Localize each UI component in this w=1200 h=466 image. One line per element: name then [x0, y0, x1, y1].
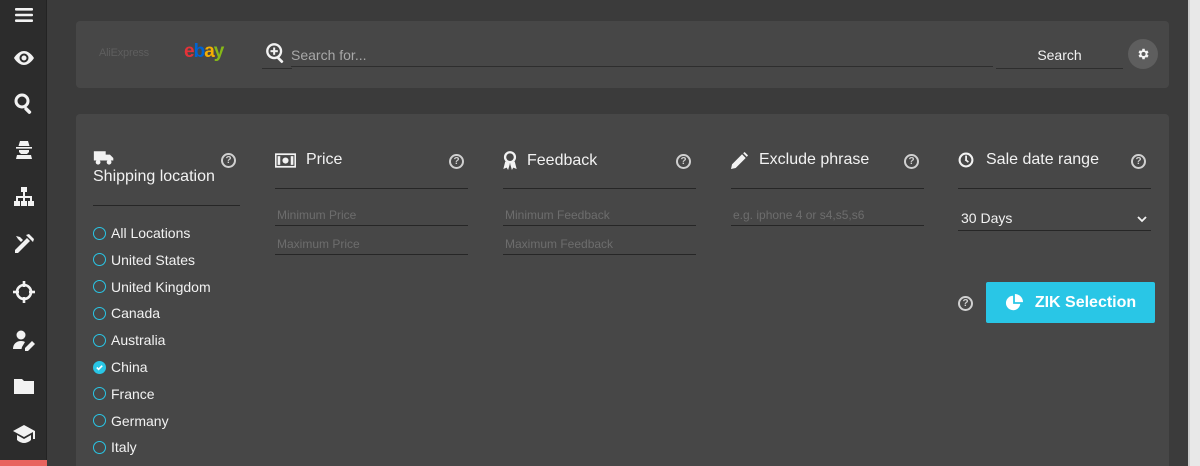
location-option[interactable]: France: [93, 386, 155, 402]
location-option[interactable]: Germany: [93, 413, 169, 429]
sale-date-header: Sale date range: [958, 151, 1099, 169]
exclude-phrase-input[interactable]: [733, 208, 924, 222]
exclude-help-icon[interactable]: ?: [904, 154, 919, 169]
search-plus-icon: [266, 43, 284, 64]
location-label: Italy: [111, 439, 137, 456]
location-option[interactable]: United Kingdom: [93, 279, 211, 295]
pie-chart-icon: [1005, 293, 1023, 310]
location-option[interactable]: United States: [93, 252, 195, 268]
feedback-label: Feedback: [527, 151, 598, 169]
radio-icon[interactable]: [93, 280, 106, 294]
menu-icon[interactable]: [0, 0, 47, 34]
tools-icon[interactable]: [0, 225, 47, 263]
spy-icon[interactable]: [0, 130, 47, 168]
award-ribbon-icon: [503, 151, 517, 170]
search-panel: AliExpress ebay Search: [76, 21, 1169, 88]
filter-panel: Shipping location ? All Locations United …: [76, 114, 1169, 466]
user-edit-icon[interactable]: [0, 321, 47, 359]
min-feedback-input[interactable]: [505, 208, 696, 222]
location-label: All Locations: [111, 225, 191, 241]
location-option[interactable]: Australia: [93, 332, 165, 348]
radio-checked-icon[interactable]: [93, 360, 106, 374]
zik-selection-button[interactable]: ZIK Selection: [986, 282, 1155, 323]
divider: [731, 188, 924, 189]
location-label: United States: [111, 251, 196, 268]
gear-icon: [1138, 48, 1149, 60]
max-feedback-field[interactable]: [503, 233, 696, 255]
radio-icon[interactable]: [93, 333, 106, 347]
settings-button[interactable]: [1128, 39, 1158, 69]
location-option[interactable]: Canada: [93, 305, 160, 321]
exclude-label: Exclude phrase: [759, 151, 870, 168]
feedback-header: Feedback: [503, 151, 597, 170]
divider: [958, 188, 1151, 189]
search-button[interactable]: Search: [996, 41, 1123, 69]
divider: [275, 188, 468, 189]
shipping-location-label: Shipping location: [93, 168, 215, 185]
eye-icon[interactable]: [0, 39, 47, 77]
search-input[interactable]: [291, 43, 993, 67]
price-help-icon[interactable]: ?: [449, 154, 464, 169]
aliexpress-logo[interactable]: AliExpress: [99, 47, 149, 59]
chevron-down-icon: [1137, 216, 1147, 223]
location-label: Germany: [111, 412, 169, 429]
location-option[interactable]: All Locations: [93, 225, 190, 241]
feedback-help-icon[interactable]: ?: [676, 154, 691, 169]
location-label: Canada: [111, 305, 161, 322]
location-label: United Kingdom: [111, 278, 211, 295]
zik-selection-label: ZIK Selection: [1034, 293, 1137, 311]
exclude-header: Exclude phrase: [731, 151, 869, 169]
sale-date-select[interactable]: 30 Days: [958, 206, 1151, 231]
clock-icon: [958, 152, 974, 168]
radio-icon[interactable]: [93, 440, 106, 454]
ebay-logo[interactable]: ebay: [184, 41, 224, 63]
location-label: France: [111, 385, 155, 402]
active-indicator: [0, 460, 47, 466]
price-label: Price: [306, 151, 343, 168]
price-header: Price: [275, 151, 342, 169]
location-label: China: [111, 359, 148, 375]
sitemap-icon[interactable]: [0, 178, 47, 216]
min-feedback-field[interactable]: [503, 204, 696, 226]
search-zoom-icon[interactable]: [0, 84, 47, 122]
location-label: Australia: [111, 332, 166, 349]
max-price-input[interactable]: [277, 237, 468, 251]
min-price-field[interactable]: [275, 204, 468, 226]
search-underline: [262, 68, 292, 69]
divider: [503, 188, 696, 189]
radio-icon[interactable]: [93, 306, 106, 320]
scrollbar[interactable]: [1188, 0, 1200, 466]
sale-date-value: 30 Days: [961, 210, 1013, 226]
money-bill-icon: [275, 152, 296, 168]
divider: [93, 205, 240, 206]
radio-icon[interactable]: [93, 253, 106, 267]
truck-icon: [93, 151, 114, 165]
crosshairs-icon[interactable]: [0, 273, 47, 311]
sale-date-label: Sale date range: [986, 151, 1099, 168]
location-option[interactable]: Italy: [93, 439, 137, 455]
radio-icon[interactable]: [93, 387, 106, 401]
pencil-icon: [731, 151, 748, 169]
graduation-cap-icon[interactable]: [0, 415, 47, 453]
shipping-help-icon[interactable]: ?: [221, 153, 236, 168]
max-feedback-input[interactable]: [505, 237, 696, 251]
location-option[interactable]: China: [93, 359, 148, 375]
radio-icon[interactable]: [93, 226, 106, 240]
min-price-input[interactable]: [277, 208, 468, 222]
radio-icon[interactable]: [93, 414, 106, 428]
exclude-phrase-field[interactable]: [731, 204, 924, 226]
sidebar: [0, 0, 47, 466]
max-price-field[interactable]: [275, 233, 468, 255]
zik-help-icon[interactable]: ?: [958, 296, 973, 311]
folder-icon[interactable]: [0, 367, 47, 405]
sale-date-help-icon[interactable]: ?: [1131, 154, 1146, 169]
